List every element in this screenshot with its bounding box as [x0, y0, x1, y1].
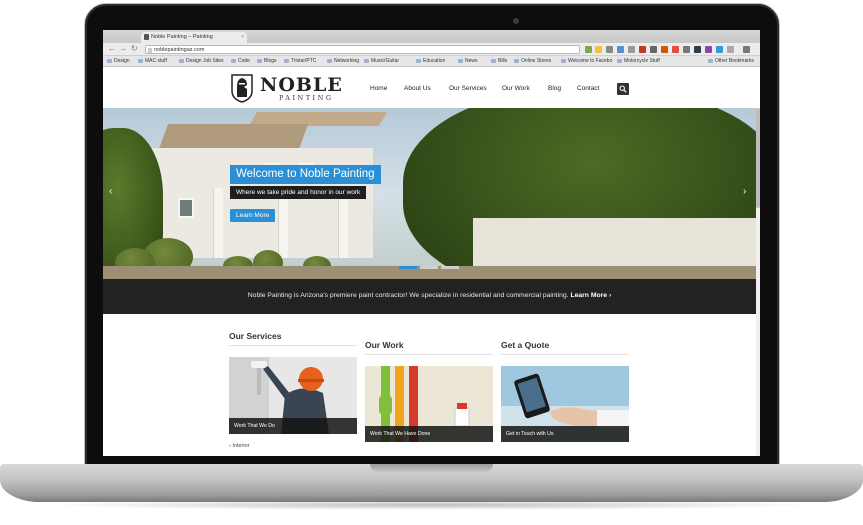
work-caption: Work That We Have Done [365, 426, 493, 442]
bookmark-item[interactable]: Networking [327, 58, 359, 64]
bookmark-item[interactable]: Design [107, 58, 130, 64]
learn-more-button[interactable]: Learn More [230, 209, 276, 222]
bookmark-item[interactable]: Music/Guitar [364, 58, 399, 64]
slider-pagination [399, 266, 461, 271]
browser-tabbar: Noble Painting – Painting × [103, 30, 760, 43]
laptop-frame: Noble Painting – Painting × ← → ↻ noblep… [0, 0, 863, 525]
browser-toolbar: ← → ↻ noblepaintingaz.com [103, 43, 760, 56]
prev-slide-icon[interactable]: ‹ [109, 186, 112, 197]
scrollbar-thumb[interactable] [756, 108, 760, 208]
logo-title[interactable]: NOBLE [260, 74, 343, 96]
divider [229, 345, 357, 346]
slide-dot[interactable] [441, 266, 459, 269]
page-scrollbar[interactable] [756, 108, 760, 456]
forward-icon[interactable]: → [119, 45, 127, 53]
bookmark-item[interactable]: Other Bookmarks [708, 58, 754, 64]
services-list-item[interactable]: › Interior [229, 443, 249, 449]
site-header: NOBLE PAINTING Home About Us Our Service… [103, 67, 760, 108]
bookmark-item[interactable]: MAC stuff [138, 58, 167, 64]
page-icon [148, 48, 152, 53]
laptop-notch [370, 464, 493, 472]
services-caption: Work That We Do [229, 418, 357, 434]
address-bar[interactable]: noblepaintingaz.com [145, 45, 580, 54]
nav-our-work[interactable]: Our Work [502, 85, 530, 92]
nav-home[interactable]: Home [370, 85, 387, 92]
extension-icon[interactable] [585, 46, 592, 53]
quote-title: Get a Quote [501, 340, 550, 350]
quote-card[interactable]: Get in Touch with Us [501, 366, 629, 442]
next-slide-icon[interactable]: › [743, 186, 746, 197]
promo-text: Noble Painting is Arizona's premiere pai… [247, 292, 569, 299]
divider [501, 354, 629, 355]
tab-title: Noble Painting – Painting [151, 34, 213, 40]
extension-icon[interactable] [617, 46, 624, 53]
knight-shield-icon[interactable] [231, 73, 253, 103]
screen: Noble Painting – Painting × ← → ↻ noblep… [103, 30, 760, 456]
services-card[interactable]: Work That We Do [229, 357, 357, 434]
bookmarks-bar: Design MAC stuff Design Job Sites Code B… [103, 56, 760, 67]
work-title: Our Work [365, 340, 404, 350]
bookmark-item[interactable]: Design Job Sites [179, 58, 224, 64]
bookmark-item[interactable]: Welcome to Facebo [561, 58, 612, 64]
nav-contact[interactable]: Contact [577, 85, 599, 92]
slide-dot[interactable] [399, 266, 417, 269]
favicon-icon [144, 34, 149, 40]
camera [513, 18, 519, 24]
promo-learn-more-link[interactable]: Learn More › [570, 292, 611, 299]
extension-icon[interactable] [661, 46, 668, 53]
extension-icon[interactable] [672, 46, 679, 53]
extension-icon[interactable] [727, 46, 734, 53]
browser-tab[interactable]: Noble Painting – Painting × [141, 32, 247, 43]
extension-icon[interactable] [705, 46, 712, 53]
bookmark-item[interactable]: Tristar/PTC [284, 58, 316, 64]
search-icon [619, 85, 627, 93]
house-window [178, 198, 194, 218]
extension-icon[interactable] [650, 46, 657, 53]
extension-icon[interactable] [694, 46, 701, 53]
hero-slider: Welcome to Noble Painting Where we take … [103, 108, 756, 279]
logo-subtitle: PAINTING [279, 94, 334, 102]
nav-about-us[interactable]: About Us [404, 85, 431, 92]
nav-blog[interactable]: Blog [548, 85, 561, 92]
bookmark-item[interactable]: Code [231, 58, 250, 64]
services-title: Our Services [229, 331, 282, 341]
work-card[interactable]: Work That We Have Done [365, 366, 493, 442]
search-button[interactable] [617, 83, 629, 95]
house-column [213, 188, 223, 258]
bookmark-item[interactable]: Online Stores [514, 58, 551, 64]
bookmark-item[interactable]: Blogs [257, 58, 277, 64]
bookmark-item[interactable]: Bills [491, 58, 507, 64]
close-tab-icon[interactable]: × [241, 34, 244, 40]
extension-icon[interactable] [716, 46, 723, 53]
hero-title: Welcome to Noble Painting [230, 165, 381, 184]
extension-icon[interactable] [639, 46, 646, 53]
extension-icon[interactable] [606, 46, 613, 53]
nav-our-services[interactable]: Our Services [449, 85, 487, 92]
url-text: noblepaintingaz.com [154, 47, 205, 53]
back-icon[interactable]: ← [108, 45, 116, 53]
quote-caption: Get in Touch with Us [501, 426, 629, 442]
slide-dot[interactable] [420, 266, 438, 269]
extension-icon[interactable] [683, 46, 690, 53]
bookmark-item[interactable]: News [458, 58, 478, 64]
hero-subtitle: Where we take pride and honor in our wor… [230, 186, 367, 199]
menu-icon[interactable] [743, 46, 750, 53]
bookmark-item[interactable]: Motorcycle Stuff [617, 58, 660, 64]
star-icon[interactable] [595, 46, 602, 53]
extension-icon[interactable] [628, 46, 635, 53]
reload-icon[interactable]: ↻ [131, 45, 138, 53]
promo-bar: Noble Painting is Arizona's premiere pai… [103, 279, 756, 314]
bookmark-item[interactable]: Education [416, 58, 445, 64]
divider [365, 354, 493, 355]
